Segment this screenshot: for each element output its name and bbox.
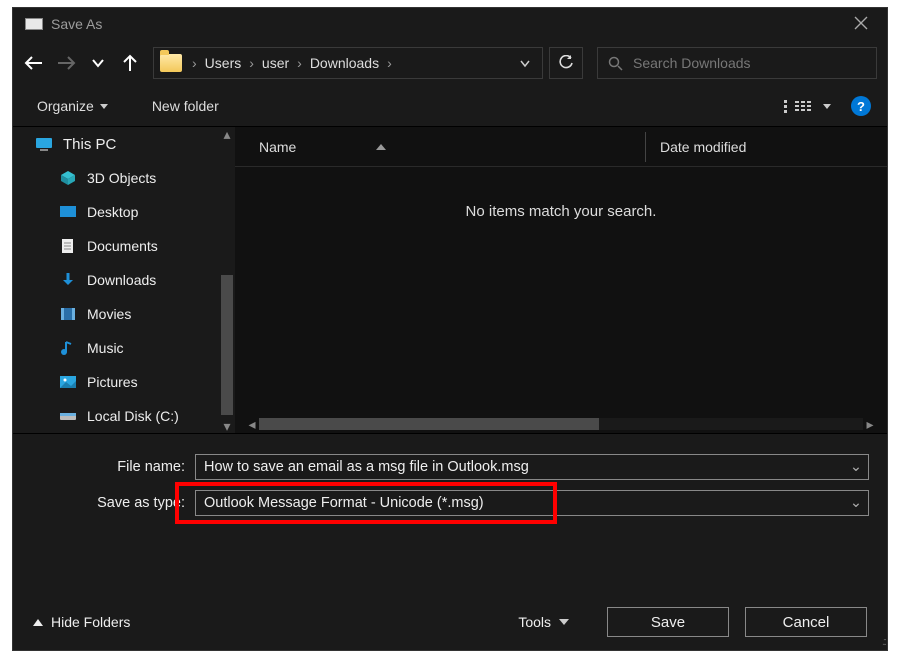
save-as-dialog: Save As › Users › user › Downloads › — [12, 7, 888, 651]
close-icon — [854, 16, 868, 30]
address-dropdown[interactable] — [514, 55, 536, 71]
tree-music[interactable]: Music — [13, 331, 235, 365]
chevron-down-icon — [520, 60, 530, 68]
search-input[interactable]: Search Downloads — [597, 47, 877, 79]
save-as-type-label: Save as type: — [31, 495, 195, 511]
up-button[interactable] — [117, 50, 143, 76]
column-header-date[interactable]: Date modified — [646, 139, 746, 155]
tree-pictures[interactable]: Pictures — [13, 365, 235, 399]
new-folder-button[interactable]: New folder — [152, 98, 219, 114]
navigation-tree[interactable]: This PC 3D Objects Desktop Documents Dow… — [13, 127, 235, 433]
recent-locations-button[interactable] — [85, 50, 111, 76]
save-as-type-select[interactable]: Outlook Message Format - Unicode (*.msg)… — [195, 490, 869, 516]
film-icon — [59, 306, 77, 322]
cancel-button[interactable]: Cancel — [745, 607, 867, 637]
arrow-up-icon — [122, 54, 138, 72]
tree-3d-objects[interactable]: 3D Objects — [13, 161, 235, 195]
scroll-down-icon: ▾ — [219, 419, 235, 433]
dialog-actions: Hide Folders Tools Save Cancel — [13, 594, 887, 650]
music-icon — [59, 340, 77, 356]
explorer-body: This PC 3D Objects Desktop Documents Dow… — [13, 126, 887, 434]
tree-desktop[interactable]: Desktop — [13, 195, 235, 229]
arrow-right-icon — [56, 55, 76, 71]
chevron-right-icon: › — [385, 55, 394, 71]
forward-button[interactable] — [53, 50, 79, 76]
scroll-up-icon: ▴ — [219, 127, 235, 141]
chevron-down-icon[interactable]: ⌄ — [850, 495, 862, 511]
horizontal-scrollbar[interactable]: ◂ ▸ — [245, 417, 877, 431]
save-form: File name: How to save an email as a msg… — [13, 434, 887, 534]
tree-documents[interactable]: Documents — [13, 229, 235, 263]
scroll-right-icon: ▸ — [863, 416, 877, 433]
arrow-left-icon — [24, 55, 44, 71]
breadcrumb-downloads[interactable]: Downloads — [304, 55, 385, 71]
address-bar[interactable]: › Users › user › Downloads › — [153, 47, 543, 79]
pc-icon — [35, 136, 53, 152]
organize-menu[interactable]: Organize — [37, 98, 108, 114]
refresh-button[interactable] — [549, 47, 583, 79]
scroll-left-icon: ◂ — [245, 416, 259, 433]
tree-local-disk-c[interactable]: Local Disk (C:) — [13, 399, 235, 433]
chevron-right-icon: › — [190, 55, 199, 71]
column-headers: Name Date modified — [235, 127, 887, 167]
chevron-down-icon — [92, 58, 104, 68]
picture-icon — [59, 374, 77, 390]
app-icon — [25, 18, 43, 30]
tree-this-pc[interactable]: This PC — [13, 127, 235, 161]
save-button[interactable]: Save — [607, 607, 729, 637]
file-list-area: Name Date modified No items match your s… — [235, 127, 887, 433]
folder-icon — [160, 54, 182, 72]
filename-input[interactable]: How to save an email as a msg file in Ou… — [195, 454, 869, 480]
filename-label: File name: — [31, 459, 195, 475]
sidebar-scrollbar[interactable]: ▴ ▾ — [219, 127, 235, 433]
chevron-down-icon[interactable]: ⌄ — [850, 459, 862, 475]
tree-downloads[interactable]: Downloads — [13, 263, 235, 297]
back-button[interactable] — [21, 50, 47, 76]
breadcrumb-user[interactable]: user — [256, 55, 295, 71]
list-icon — [784, 100, 787, 113]
empty-state-message: No items match your search. — [235, 203, 887, 220]
drive-icon — [59, 408, 77, 424]
tree-movies[interactable]: Movies — [13, 297, 235, 331]
title-bar: Save As — [13, 8, 887, 40]
desktop-icon — [59, 204, 77, 220]
navigation-bar: › Users › user › Downloads › Search Down… — [13, 40, 887, 86]
view-options-button[interactable] — [784, 100, 831, 113]
download-icon — [59, 272, 77, 288]
refresh-icon — [558, 55, 574, 71]
hide-folders-toggle[interactable]: Hide Folders — [33, 614, 130, 630]
cube-icon — [59, 170, 77, 186]
toolbar: Organize New folder ? — [13, 86, 887, 126]
chevron-right-icon: › — [247, 55, 256, 71]
resize-grip-icon[interactable]: .:: — [882, 636, 885, 648]
scrollbar-thumb[interactable] — [259, 418, 599, 430]
tools-menu[interactable]: Tools — [518, 614, 569, 630]
search-icon — [608, 56, 623, 71]
close-button[interactable] — [841, 14, 881, 35]
chevron-right-icon: › — [295, 55, 304, 71]
scrollbar-thumb[interactable] — [221, 275, 233, 415]
window-title: Save As — [51, 16, 841, 32]
document-icon — [59, 238, 77, 254]
breadcrumb-users[interactable]: Users — [199, 55, 248, 71]
search-placeholder: Search Downloads — [633, 55, 751, 71]
details-icon — [795, 101, 811, 111]
column-header-name[interactable]: Name — [235, 139, 645, 155]
help-button[interactable]: ? — [851, 96, 871, 116]
